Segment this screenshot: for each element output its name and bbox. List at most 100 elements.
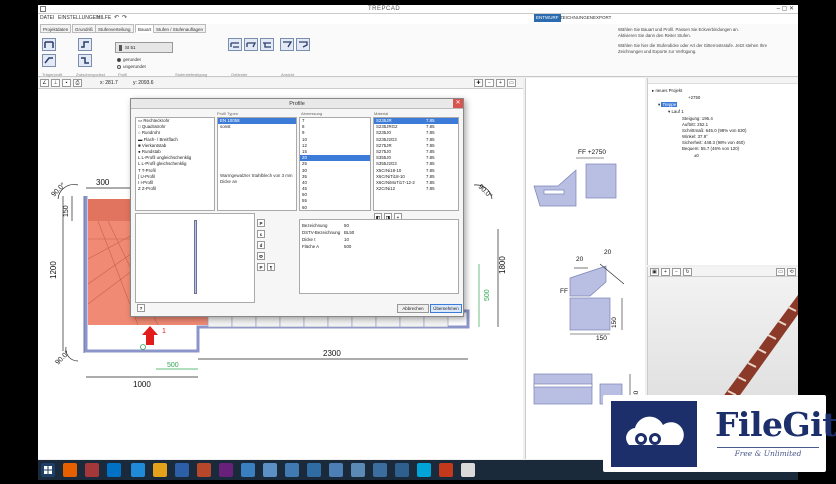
menu-einstellungen[interactable]: EINSTELLUNGEN <box>58 15 100 21</box>
powerpoint-icon[interactable] <box>439 463 453 477</box>
traegerprofil-straight-button[interactable] <box>42 38 56 51</box>
view-3d-icon[interactable]: ▣ <box>650 268 659 276</box>
ansicht-a-button[interactable] <box>280 38 294 51</box>
view-3d-fit-icon[interactable]: ▭ <box>776 268 785 276</box>
redo-icon[interactable]: ↷ <box>122 14 127 21</box>
drawing-toolbar: ∠ ⊥ ▪ ⎙ x: 281.7 y: 2093.6 ✚ − + ▭ <box>38 78 523 89</box>
ansicht-b-button[interactable] <box>296 38 310 51</box>
app-icon <box>40 6 46 12</box>
app-icon-g[interactable] <box>373 463 387 477</box>
app-icon-a[interactable] <box>197 463 211 477</box>
dimension-list[interactable]: 7 8 9 10 12 15 20 25 30 35 40 45 50 55 6… <box>299 117 371 211</box>
col-header-material: Material <box>374 111 389 116</box>
tab-stufenverteilung[interactable]: Stufenverteilung <box>95 24 134 33</box>
profile-properties: Bezeichnung 50 DSTV-Bezeichnung BL50 Dic… <box>299 219 459 294</box>
view-3d-zoom-out-icon[interactable]: − <box>672 268 681 276</box>
list-item[interactable]: X2CrNi12 7.85 <box>374 186 458 192</box>
app-icon-h[interactable] <box>395 463 409 477</box>
fit-view-icon[interactable]: ▭ <box>507 79 516 87</box>
edge-icon[interactable] <box>131 463 145 477</box>
undo-icon[interactable]: ↶ <box>114 14 119 21</box>
group-label-zwischenpodest: Zwischenpodest <box>76 72 105 77</box>
tree-node-lauf[interactable]: ▾ Lauf 1 <box>668 109 684 115</box>
tab-bauart[interactable]: Bauart <box>135 24 155 33</box>
dialog-close-button[interactable]: ✕ <box>453 99 463 108</box>
radio-gerundet[interactable]: gerundet <box>117 57 141 62</box>
side-button[interactable]: P <box>257 263 265 271</box>
side-button[interactable]: ¶ <box>267 263 275 271</box>
tree-root[interactable]: ▸ neues Projekt <box>652 88 682 94</box>
profile-type-list[interactable]: ▭ Rechteckrohr □ Quadratrohr ○ Rundrohr … <box>135 117 215 211</box>
apply-button[interactable]: Übernehmen <box>430 304 462 313</box>
tab-stufen[interactable]: Stufen / Stufenauflagen <box>153 24 207 33</box>
zwischenpodest-b-button[interactable] <box>78 54 92 67</box>
firefox-icon[interactable] <box>63 463 77 477</box>
trepcad-taskbar-icon[interactable] <box>461 463 475 477</box>
dim-300: 300 <box>96 178 110 187</box>
view-3d-reset-icon[interactable]: ⟲ <box>787 268 796 276</box>
store-icon[interactable] <box>241 463 255 477</box>
tree-level-bottom: ±0 <box>694 153 699 158</box>
explorer-icon[interactable] <box>153 463 167 477</box>
pan-icon[interactable]: + <box>496 79 505 87</box>
access-icon[interactable] <box>85 463 99 477</box>
skype-icon[interactable] <box>417 463 431 477</box>
menu-hilfe[interactable]: HILFE <box>97 15 111 21</box>
outlook-icon[interactable] <box>107 463 121 477</box>
list-item[interactable]: sonst <box>218 124 296 130</box>
word-icon[interactable] <box>175 463 189 477</box>
zoom-out-icon[interactable]: − <box>485 79 494 87</box>
mode-export[interactable]: EXPORT <box>591 14 613 22</box>
group-label-traegerprofil: Trägerprofil <box>42 72 63 77</box>
radio-ungerundet[interactable]: ungerundet <box>117 64 146 69</box>
save-icon[interactable]: ▪ <box>62 79 71 87</box>
dim-150: 150 <box>63 205 70 217</box>
view-3d-rotate-icon[interactable]: ↻ <box>683 268 692 276</box>
side-button[interactable]: d <box>257 241 265 249</box>
app-icon-f[interactable] <box>351 463 365 477</box>
norm-list[interactable]: EN 10058 sonst Warmgewalzter Stahlblech … <box>217 117 297 211</box>
side-button[interactable]: Φ <box>257 252 265 260</box>
list-item[interactable]: 60 <box>300 205 370 210</box>
help-button[interactable]: ? <box>137 304 145 312</box>
start-point-marker <box>140 344 146 350</box>
menu-datei[interactable]: DATEI <box>40 15 54 21</box>
angle-tool-icon[interactable]: ∠ <box>40 79 49 87</box>
app-icon-e[interactable] <box>329 463 343 477</box>
window-title: TREPCAD <box>368 6 401 12</box>
side-button[interactable]: P <box>257 219 265 227</box>
mode-zeichnungen[interactable]: ZEICHNUNGEN <box>558 14 595 22</box>
geländer-c-button[interactable] <box>260 38 274 51</box>
windows-start-icon[interactable] <box>41 463 55 477</box>
property-value: 500 <box>344 244 352 249</box>
tab-projektdaten[interactable]: Projektdaten <box>40 24 72 33</box>
property-label: Dicke t <box>302 237 316 242</box>
side-button[interactable]: c <box>257 230 265 238</box>
view-3d-zoom-in-icon[interactable]: + <box>661 268 670 276</box>
print-icon[interactable]: ⎙ <box>73 79 82 87</box>
visual-studio-icon[interactable] <box>219 463 233 477</box>
geländer-a-button[interactable] <box>228 38 242 51</box>
app-icon-b[interactable] <box>263 463 277 477</box>
col-header-profile-types: Profil Typen <box>217 111 239 116</box>
flat-profile-preview-shape <box>194 220 197 294</box>
tree-panel-header <box>648 78 798 84</box>
window-controls[interactable]: – ▢ ✕ <box>777 5 794 12</box>
measure-tool-icon[interactable]: ⊥ <box>51 79 60 87</box>
tree-prop: Auftritt: 252.1 <box>682 122 709 127</box>
mode-entwurf[interactable]: ENTWURF <box>534 14 561 22</box>
list-item[interactable]: Z Z-Profil <box>136 186 214 192</box>
geländer-b-button[interactable] <box>244 38 258 51</box>
app-icon-d[interactable] <box>307 463 321 477</box>
dim-2300: 2300 <box>323 349 341 358</box>
cancel-button[interactable]: Abbrechen <box>397 304 429 313</box>
profile-field[interactable]: St 51 <box>115 42 173 53</box>
tree-node-treppe[interactable]: ▾ Treppe <box>658 102 678 108</box>
tree-prop: Bequem: 55.7 (46% von 120) <box>682 146 740 151</box>
tab-grundriss[interactable]: Grundriß <box>72 24 96 33</box>
traegerprofil-angled-button[interactable] <box>42 54 56 67</box>
zwischenpodest-a-button[interactable] <box>78 38 92 51</box>
material-list[interactable]: S235JR 7.85 S235JRG2 7.85 S235J0 7.85 S235J… <box>373 117 459 211</box>
app-icon-c[interactable] <box>285 463 299 477</box>
zoom-in-icon[interactable]: ✚ <box>474 79 483 87</box>
